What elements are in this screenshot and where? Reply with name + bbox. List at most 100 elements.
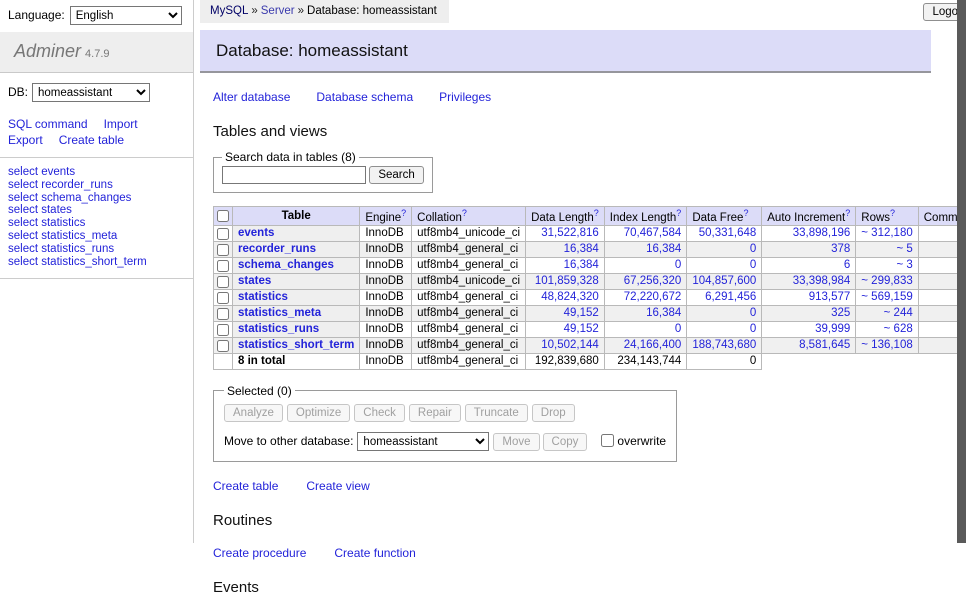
table-name-link[interactable]: statistics_meta <box>238 307 321 319</box>
sidebar-list-item: select schema_changes <box>8 192 185 205</box>
index-length-link[interactable]: 24,166,400 <box>624 339 682 351</box>
data-free-link[interactable]: 6,291,456 <box>705 291 756 303</box>
data-length-link[interactable]: 49,152 <box>564 307 599 319</box>
create-view-link[interactable]: Create view <box>306 479 369 493</box>
create-procedure-link[interactable]: Create procedure <box>213 546 306 560</box>
data-free-link[interactable]: 0 <box>750 307 756 319</box>
rows-count-link[interactable]: ~ 628 <box>884 323 913 335</box>
index-length-link[interactable]: 16,384 <box>646 307 681 319</box>
language-select[interactable]: English <box>70 6 182 25</box>
breadcrumb-mysql-link[interactable]: MySQL <box>210 5 248 17</box>
row-checkbox[interactable] <box>217 244 229 256</box>
data-free-link[interactable]: 104,857,600 <box>692 275 756 287</box>
row-checkbox[interactable] <box>217 340 229 352</box>
move-db-select[interactable]: homeassistant <box>357 432 489 451</box>
auto-increment-link[interactable]: 378 <box>831 243 850 255</box>
index-length-link[interactable]: 67,256,320 <box>624 275 682 287</box>
sidebar-select-table-link[interactable]: select statistics_runs <box>8 243 114 255</box>
auto-increment-link[interactable]: 33,398,984 <box>793 275 851 287</box>
rows-count-link[interactable]: ~ 569,159 <box>861 291 912 303</box>
data-length-link[interactable]: 16,384 <box>564 243 599 255</box>
data-free-link[interactable]: 188,743,680 <box>692 339 756 351</box>
alter-database-link[interactable]: Alter database <box>213 90 290 104</box>
sidebar-select-table-link[interactable]: select schema_changes <box>8 192 131 204</box>
help-link[interactable]: ? <box>890 208 895 218</box>
data-length-link[interactable]: 49,152 <box>564 323 599 335</box>
database-schema-link[interactable]: Database schema <box>316 90 413 104</box>
rows-count-link[interactable]: ~ 3 <box>896 259 912 271</box>
help-link[interactable]: ? <box>676 208 681 218</box>
help-link[interactable]: ? <box>401 208 406 218</box>
create-function-link[interactable]: Create function <box>334 546 415 560</box>
row-checkbox[interactable] <box>217 324 229 336</box>
db-selector-row: DB:homeassistant <box>0 73 193 108</box>
data-length-link[interactable]: 31,522,816 <box>541 227 599 239</box>
data-length-link[interactable]: 16,384 <box>564 259 599 271</box>
rows-count-link[interactable]: ~ 299,833 <box>861 275 912 287</box>
rows-count-cell: ~ 569,159 <box>856 289 918 305</box>
data-length-link[interactable]: 101,859,328 <box>535 275 599 287</box>
help-link[interactable]: ? <box>845 208 850 218</box>
sql-command-link[interactable]: SQL command <box>8 117 88 131</box>
create-table-link-sidebar[interactable]: Create table <box>59 133 124 147</box>
index-length-link[interactable]: 72,220,672 <box>624 291 682 303</box>
auto-increment-link[interactable]: 39,999 <box>815 323 850 335</box>
row-checkbox[interactable] <box>217 308 229 320</box>
table-name-link[interactable]: statistics_runs <box>238 323 319 335</box>
export-link[interactable]: Export <box>8 133 43 147</box>
table-name-link[interactable]: events <box>238 227 274 239</box>
auto-increment-cell: 8,581,645 <box>762 337 856 353</box>
row-checkbox[interactable] <box>217 260 229 272</box>
index-length-link[interactable]: 0 <box>675 259 681 271</box>
events-heading: Events <box>213 579 966 596</box>
row-checkbox[interactable] <box>217 292 229 304</box>
import-link[interactable]: Import <box>104 117 138 131</box>
auto-increment-link[interactable]: 8,581,645 <box>799 339 850 351</box>
table-name-link[interactable]: statistics_short_term <box>238 339 354 351</box>
help-link[interactable]: ? <box>462 208 467 218</box>
rows-count-link[interactable]: ~ 136,108 <box>861 339 912 351</box>
data-length-link[interactable]: 10,502,144 <box>541 339 599 351</box>
app-title[interactable]: Adminer <box>14 41 81 61</box>
rows-count-link[interactable]: ~ 312,180 <box>861 227 912 239</box>
table-name-link[interactable]: schema_changes <box>238 259 334 271</box>
auto-increment-link[interactable]: 33,898,196 <box>793 227 851 239</box>
index-length-link[interactable]: 70,467,584 <box>624 227 682 239</box>
data-length-link[interactable]: 48,824,320 <box>541 291 599 303</box>
rows-count-link[interactable]: ~ 244 <box>884 307 913 319</box>
db-select[interactable]: homeassistant <box>32 83 150 102</box>
row-checkbox[interactable] <box>217 276 229 288</box>
auto-increment-link[interactable]: 913,577 <box>809 291 851 303</box>
overwrite-checkbox[interactable] <box>601 434 614 447</box>
index-length-link[interactable]: 16,384 <box>646 243 681 255</box>
auto-increment-link[interactable]: 6 <box>844 259 850 271</box>
auto-increment-link[interactable]: 325 <box>831 307 850 319</box>
sidebar-select-table-link[interactable]: select statistics_meta <box>8 230 117 242</box>
create-table-link[interactable]: Create table <box>213 479 278 493</box>
row-checkbox[interactable] <box>217 228 229 240</box>
sidebar-select-table-link[interactable]: select states <box>8 204 72 216</box>
data-free-link[interactable]: 0 <box>750 243 756 255</box>
sidebar-select-table-link[interactable]: select statistics_short_term <box>8 256 147 268</box>
sidebar-select-table-link[interactable]: select events <box>8 166 75 178</box>
sidebar-select-table-link[interactable]: select statistics <box>8 217 85 229</box>
data-free-link[interactable]: 0 <box>750 323 756 335</box>
rows-count-cell: ~ 312,180 <box>856 225 918 241</box>
table-name-link[interactable]: states <box>238 275 271 287</box>
search-input[interactable] <box>222 166 366 184</box>
help-link[interactable]: ? <box>743 208 748 218</box>
index-length-link[interactable]: 0 <box>675 323 681 335</box>
vertical-scrollbar[interactable] <box>957 0 966 543</box>
search-button[interactable]: Search <box>369 166 423 184</box>
sidebar-select-table-link[interactable]: select recorder_runs <box>8 179 113 191</box>
select-all-checkbox[interactable] <box>217 210 229 222</box>
data-free-link[interactable]: 50,331,648 <box>699 227 757 239</box>
table-name-link[interactable]: recorder_runs <box>238 243 316 255</box>
privileges-link[interactable]: Privileges <box>439 90 491 104</box>
data-free-link[interactable]: 0 <box>750 259 756 271</box>
rows-count-link[interactable]: ~ 5 <box>896 243 912 255</box>
sidebar-list-item: select events <box>8 166 185 179</box>
help-link[interactable]: ? <box>594 208 599 218</box>
breadcrumb-server-link[interactable]: Server <box>261 5 295 17</box>
table-name-link[interactable]: statistics <box>238 291 288 303</box>
